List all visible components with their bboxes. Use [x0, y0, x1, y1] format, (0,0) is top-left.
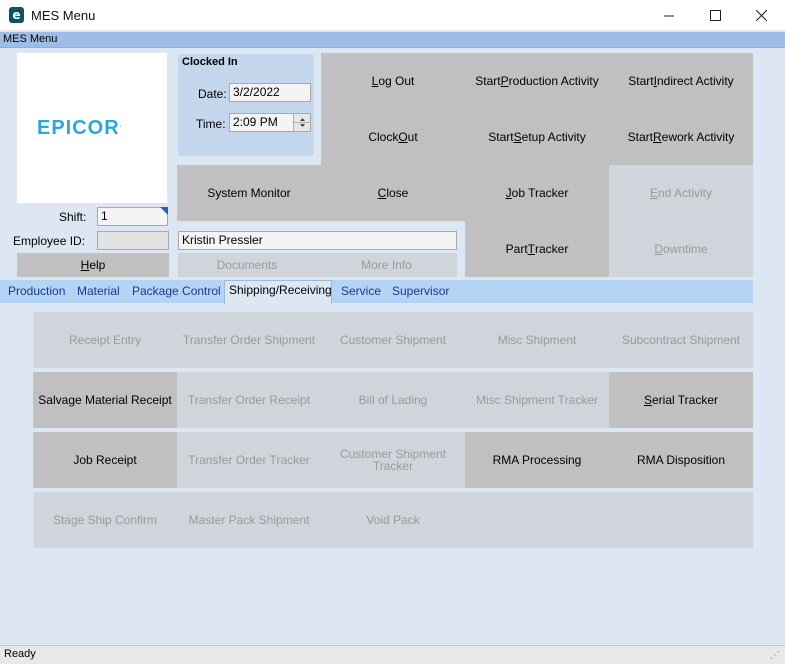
clocked-in-heading: Clocked In [182, 56, 238, 68]
resize-grip-icon[interactable]: ⋰ [770, 650, 780, 661]
bill-of-lading-button[interactable]: Bill of Lading [321, 372, 465, 428]
misc-shipment-button[interactable]: Misc Shipment [465, 312, 609, 368]
tab-service[interactable]: Service [341, 284, 381, 298]
shift-field[interactable]: 1 [97, 207, 168, 226]
epicor-logo: EPICOR. [37, 117, 122, 139]
status-bar [0, 645, 785, 664]
minimize-icon [664, 15, 674, 16]
time-spinner[interactable] [293, 114, 311, 131]
documents-button[interactable]: Documents [178, 253, 316, 277]
date-field[interactable]: 3/2/2022 [229, 83, 311, 102]
window-title: MES Menu [31, 8, 96, 23]
maximize-icon [709, 10, 721, 21]
system-monitor-button[interactable]: System Monitor [177, 165, 321, 221]
misc-shipment-tracker-button[interactable]: Misc Shipment Tracker [465, 372, 609, 428]
master-pack-shipment-button[interactable]: Master Pack Shipment [177, 492, 321, 548]
part-tracker-button[interactable]: Part Tracker [465, 221, 609, 277]
shift-label: Shift: [59, 210, 87, 224]
rma-processing-button[interactable]: RMA Processing [465, 432, 609, 488]
minimize-button[interactable] [646, 1, 692, 30]
app-icon: e [9, 7, 24, 23]
dropdown-corner-icon [160, 207, 168, 215]
employee-id-label: Employee ID: [13, 234, 86, 248]
job-tracker-button[interactable]: Job Tracker [465, 165, 609, 221]
close-window-button[interactable] [738, 1, 784, 30]
customer-shipment-tracker-button[interactable]: Customer Shipment Tracker [321, 432, 465, 488]
date-label: Date: [198, 87, 227, 101]
transfer-order-shipment-button[interactable]: Transfer Order Shipment [177, 312, 321, 368]
tab-shipping-receiving[interactable]: Shipping/Receiving [229, 283, 332, 297]
menu-item-mes-menu[interactable]: MES Menu [3, 33, 57, 45]
clock-panel [178, 54, 314, 156]
start-indirect-activity-button[interactable]: Start Indirect Activity [609, 53, 753, 109]
close-icon [755, 10, 767, 21]
close-button[interactable]: Close [321, 165, 465, 221]
rma-disposition-button[interactable]: RMA Disposition [609, 432, 753, 488]
menu-bar: MES Menu [0, 32, 785, 48]
spinner-arrows-icon [294, 118, 311, 127]
employee-id-field[interactable] [97, 231, 169, 250]
transfer-order-tracker-button[interactable]: Transfer Order Tracker [177, 432, 321, 488]
receipt-entry-button[interactable]: Receipt Entry [33, 312, 177, 368]
maximize-button[interactable] [692, 1, 738, 30]
downtime-button[interactable]: Downtime [609, 221, 753, 277]
serial-tracker-button[interactable]: Serial Tracker [609, 372, 753, 428]
time-value: 2:09 PM [233, 115, 278, 129]
customer-shipment-button[interactable]: Customer Shipment [321, 312, 465, 368]
salvage-material-receipt-button[interactable]: Salvage Material Receipt [33, 372, 177, 428]
tab-material[interactable]: Material [77, 284, 120, 298]
transfer-order-receipt-button[interactable]: Transfer Order Receipt [177, 372, 321, 428]
job-receipt-button[interactable]: Job Receipt [33, 432, 177, 488]
clock-out-button[interactable]: Clock Out [321, 109, 465, 165]
void-pack-button[interactable]: Void Pack [321, 492, 465, 548]
employee-name-field[interactable]: Kristin Pressler [178, 231, 457, 250]
start-rework-activity-button[interactable]: Start Rework Activity [609, 109, 753, 165]
time-label: Time: [196, 117, 226, 131]
log-out-button[interactable]: Log Out [321, 53, 465, 109]
help-button[interactable]: Help [17, 253, 169, 277]
more-info-button[interactable]: More Info [316, 253, 457, 277]
tab-supervisor[interactable]: Supervisor [392, 284, 449, 298]
start-production-activity-button[interactable]: Start Production Activity [465, 53, 609, 109]
status-text: Ready [4, 648, 36, 660]
start-setup-activity-button[interactable]: Start Setup Activity [465, 109, 609, 165]
stage-ship-confirm-button[interactable]: Stage Ship Confirm [33, 492, 177, 548]
end-activity-button[interactable]: End Activity [609, 165, 753, 221]
tab-package-control[interactable]: Package Control [132, 284, 221, 298]
tab-production[interactable]: Production [8, 284, 65, 298]
subcontract-shipment-button[interactable]: Subcontract Shipment [609, 312, 753, 368]
